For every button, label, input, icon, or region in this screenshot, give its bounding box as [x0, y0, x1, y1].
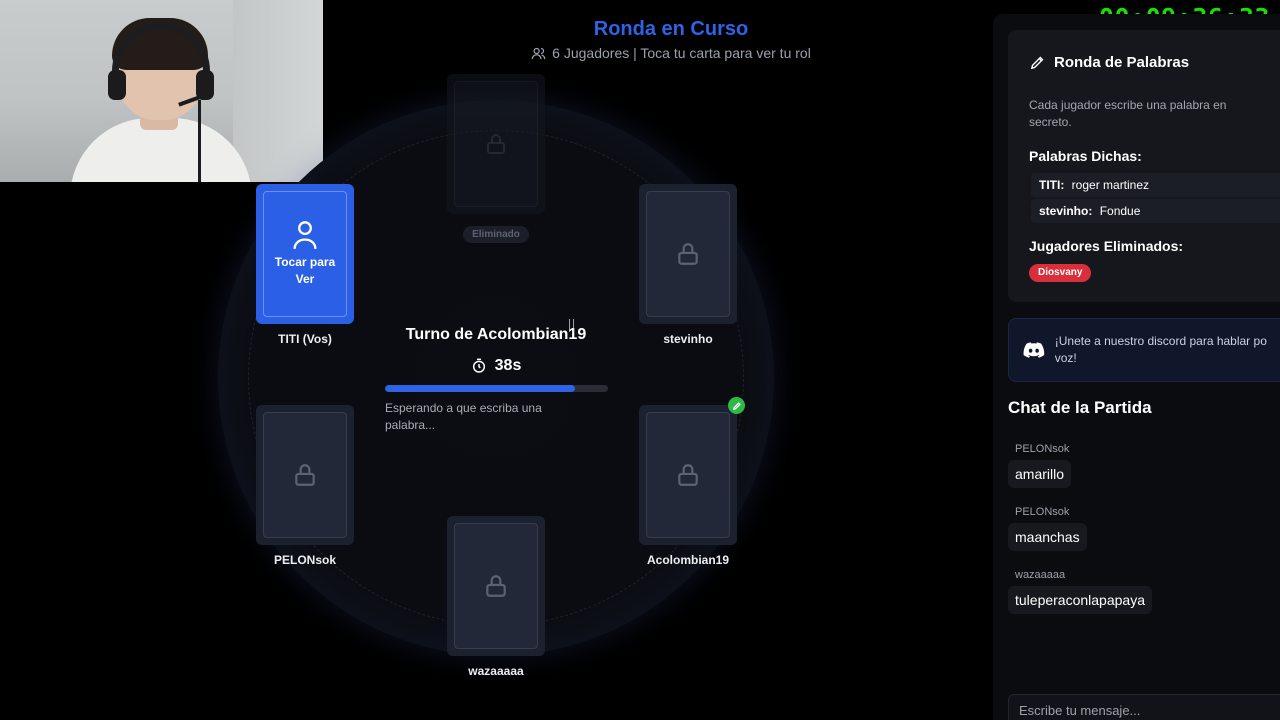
turn-countdown: 38s: [384, 357, 608, 375]
seat-right-bottom: Acolombian19: [639, 397, 745, 567]
chat-bubble: tuleperaconlapapaya: [1008, 586, 1152, 614]
lock-icon: [486, 575, 506, 597]
words-panel-title: Ronda de Palabras: [1029, 54, 1189, 71]
said-player: stevinho:: [1039, 204, 1093, 218]
my-card[interactable]: Tocar para Ver: [256, 184, 354, 324]
chat-author: wazaaaaa: [1015, 569, 1066, 581]
seat-right-top: stevinho: [639, 184, 737, 346]
player-name: Acolombian19: [646, 553, 730, 567]
eliminated-heading: Jugadores Eliminados:: [1029, 238, 1184, 254]
chat-bubble: maanchas: [1008, 523, 1087, 551]
subtitle-text: 6 Jugadores | Toca tu carta para ver tu …: [552, 45, 811, 61]
chat-message: wazaaaaa tuleperaconlapapaya: [1008, 569, 1152, 614]
turn-progress-fill: [385, 385, 575, 392]
pencil-icon: [1030, 56, 1044, 70]
lock-icon: [295, 464, 315, 486]
seat-bottom: wazaaaaa: [447, 516, 545, 678]
player-card: [256, 405, 354, 545]
lock-icon: [487, 134, 505, 154]
chat-title: Chat de la Partida: [1008, 398, 1152, 417]
discord-line: voz!: [1054, 351, 1077, 365]
said-player: TITI:: [1039, 178, 1065, 192]
users-icon: [531, 47, 546, 59]
reveal-label: Tocar para Ver: [274, 255, 336, 286]
stopwatch-icon: [472, 358, 485, 373]
discord-icon: [1023, 342, 1045, 358]
player-name: wazaaaaa: [468, 664, 524, 678]
eliminated-badge: Eliminado: [463, 226, 529, 243]
eliminated-player-badge: Diosvany: [1029, 264, 1092, 282]
chat-message: PELONsok maanchas: [1008, 506, 1087, 551]
said-word-row: stevinho: Fondue: [1031, 199, 1280, 223]
lock-icon: [678, 464, 698, 486]
player-card: [639, 397, 745, 545]
player-name: PELONsok: [273, 553, 336, 567]
player-card: [639, 184, 737, 324]
discord-text: ¡Unete a nuestro discord para hablar po …: [1055, 333, 1280, 367]
player-card-eliminated: [447, 74, 545, 214]
user-icon: [293, 221, 317, 249]
said-word: roger martinez: [1071, 178, 1150, 192]
discord-line: ¡Unete a nuestro discord para hablar po: [1054, 334, 1267, 348]
webcam-overlay: [0, 0, 323, 182]
page-subtitle: 6 Jugadores | Toca tu carta para ver tu …: [500, 45, 842, 61]
said-heading: Palabras Dichas:: [1029, 148, 1142, 164]
time-left: 38s: [494, 357, 522, 374]
chat-author: PELONsok: [1015, 506, 1070, 518]
said-word-row: TITI: roger martinez: [1031, 173, 1280, 197]
seat-me: Tocar para Ver TITI (Vos): [256, 184, 354, 346]
chat-author: PELONsok: [1015, 443, 1070, 455]
waiting-text: Esperando a que escriba una palabra...: [385, 401, 542, 432]
seat-left-bottom: PELONsok: [256, 405, 354, 567]
player-name: stevinho: [663, 332, 713, 346]
pencil-icon: [728, 397, 745, 414]
seat-top: Eliminado: [447, 74, 545, 243]
words-description: Cada jugador escribe una palabra en secr…: [1029, 98, 1227, 129]
words-title-text: Ronda de Palabras: [1054, 54, 1190, 71]
text-cursor: [569, 319, 574, 332]
chat-input[interactable]: Escribe tu mensaje...: [1008, 694, 1280, 720]
page-title: Ronda en Curso: [593, 18, 749, 40]
chat-bubble: amarillo: [1008, 460, 1072, 488]
discord-banner[interactable]: ¡Unete a nuestro discord para hablar po …: [1008, 318, 1280, 382]
turn-title: Turno de Acolombian19: [405, 326, 587, 343]
player-card: [447, 516, 545, 656]
chat-message: PELONsok amarillo: [1008, 443, 1072, 488]
lock-icon: [678, 243, 698, 265]
turn-progress-bar: [385, 385, 608, 392]
player-name: TITI (Vos): [278, 332, 332, 346]
said-word: Fondue: [1099, 204, 1141, 218]
